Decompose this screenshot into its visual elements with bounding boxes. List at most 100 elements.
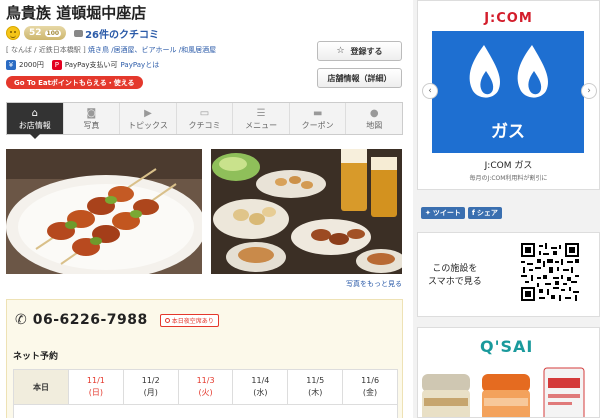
photo-food-spread[interactable]: [211, 149, 402, 274]
ticket-icon: ▬: [312, 107, 323, 119]
qsai-logo: Q'SAI: [480, 337, 534, 356]
list-icon: ☰: [256, 107, 266, 119]
store-info-label: 店舗情報（詳細）: [327, 73, 392, 83]
score-value: 52: [29, 28, 42, 38]
calendar-weekday: (火): [198, 388, 213, 397]
category-links[interactable]: 焼き鳥 /居酒屋、ビアホール /和風居酒屋: [88, 46, 216, 54]
comment-icon: ▭: [199, 107, 210, 119]
goto-eat-badge[interactable]: Go To Eatポイントもらえる・使える: [6, 76, 143, 89]
qsai-products-illustration: [422, 367, 585, 417]
qr-card: この施設を スマホで見る: [417, 232, 600, 317]
twitter-icon: ✦: [425, 209, 431, 217]
tonight-vacancy-badge: 本日夜空席あり: [159, 313, 219, 327]
facebook-share-label: シェア: [476, 209, 498, 217]
tab-label: クーポン: [301, 120, 334, 130]
qr-text: この施設を スマホで見る: [428, 263, 482, 289]
tab-label: クチコミ: [188, 120, 221, 130]
paypay-icon: P: [51, 60, 62, 70]
jcom-ad-card[interactable]: J:COM ガス J:COM ガス 毎月のJ:COM利用料が割引に ‹ ›: [417, 0, 600, 190]
reservation-calendar: 本日 11/1 (日) 11/2 (月) 11/3 (火) 11/4 (水) 1…: [13, 369, 398, 418]
share-buttons: ✦ ツイート f シェア: [421, 207, 502, 219]
carousel-next-button[interactable]: ›: [581, 83, 597, 99]
tweet-button[interactable]: ✦ ツイート: [421, 207, 465, 219]
qr-code-icon: [521, 243, 579, 301]
flame-icon: [469, 45, 549, 98]
tab-map[interactable]: ● 地図: [346, 103, 402, 134]
page: 鳥貴族 道頓堀中座店 52 100 26件のクチコミ [ なんば / 近鉄日本橋…: [0, 0, 600, 418]
reviews-link[interactable]: 26件のクチコミ: [74, 26, 159, 41]
comment-bubble-icon: [74, 29, 84, 37]
main-column: 鳥貴族 道頓堀中座店 52 100 26件のクチコミ [ なんば / 近鉄日本橋…: [0, 0, 408, 418]
tonight-vacancy-label: 本日夜空席あり: [171, 317, 214, 325]
paypay-link[interactable]: PayPayとは: [121, 60, 160, 70]
shop-name: 鳥貴族 道頓堀中座店: [6, 4, 147, 22]
tab-label: お店情報: [18, 120, 51, 130]
facebook-icon: f: [471, 209, 475, 217]
score-row: 52 100 26件のクチコミ: [6, 24, 159, 42]
yakitori-illustration: [6, 149, 202, 274]
calendar-weekday: (月): [143, 388, 158, 397]
photo-yakitori[interactable]: [6, 149, 202, 274]
tab-label: メニュー: [245, 120, 278, 130]
ad-subtext: 毎月のJ:COM利用料が割引に: [469, 175, 548, 182]
phone-number[interactable]: 06-6226-7988: [33, 312, 148, 328]
calendar-date: 11/4: [251, 376, 270, 385]
calendar-weekday: (金): [362, 388, 378, 397]
ad-caption: J:COM ガス: [484, 161, 533, 171]
star-icon: ☆: [336, 46, 345, 56]
chevron-left-icon: ‹: [428, 86, 432, 96]
reviews-link-label: 26件のクチコミ: [85, 29, 159, 41]
tab-bar: ⌂ お店情報 ◙ 写真 ▶ トピックス ▭ クチコミ ☰ メニュー ▬ クーポン: [6, 102, 403, 139]
price-value: 2000円: [19, 61, 44, 69]
qr-text-line2: スマホで見る: [428, 277, 482, 287]
calendar-day[interactable]: 11/6 (金): [343, 370, 397, 405]
tab-coupon[interactable]: ▬ クーポン: [290, 103, 347, 134]
calendar-header: 本日: [14, 370, 69, 405]
chevron-right-icon: ›: [587, 86, 591, 96]
phone-icon: ✆: [15, 312, 27, 328]
store-info-button[interactable]: 店舗情報（詳細）: [317, 68, 402, 88]
calendar-date: 11/3: [196, 376, 215, 385]
circle-icon: [164, 317, 170, 323]
gas-banner: ガス: [432, 31, 584, 153]
booking-panel: ✆ 06-6226-7988 本日夜空席あり ネット予約 本日 11/1 (日)…: [6, 299, 403, 418]
facebook-share-button[interactable]: f シェア: [467, 207, 502, 219]
calendar-day[interactable]: 11/5 (木): [288, 370, 344, 405]
category-line: [ なんば / 近鉄日本橋駅 ] 焼き鳥 /居酒屋、ビアホール /和風居酒屋: [6, 45, 216, 55]
tab-topics[interactable]: ▶ トピックス: [120, 103, 177, 134]
more-photos-link[interactable]: 写真をもっと見る: [346, 279, 402, 289]
tab-label: 地図: [366, 120, 383, 130]
tab-store-info[interactable]: ⌂ お店情報: [7, 103, 64, 139]
net-reservation-label: ネット予約: [13, 352, 59, 362]
calendar-day[interactable]: 11/2 (月): [123, 370, 179, 405]
jcom-logo: J:COM: [484, 11, 533, 26]
register-label: 登録する: [350, 46, 383, 56]
tweet-label: ツイート: [432, 209, 461, 217]
score-badge: 52 100: [24, 26, 67, 40]
price-row: ¥ 2000円 P PayPay支払い可 PayPayとは: [6, 60, 159, 70]
score-max: 100: [44, 29, 62, 37]
map-pin-icon: ●: [369, 107, 379, 119]
calendar-weekday: (木): [308, 388, 323, 397]
carousel-prev-button[interactable]: ‹: [422, 83, 438, 99]
payment-text: PayPay支払い可: [64, 61, 118, 69]
calendar-day[interactable]: 11/3 (火): [178, 370, 234, 405]
phone-row: ✆ 06-6226-7988 本日夜空席あり: [15, 312, 219, 328]
register-button[interactable]: ☆ 登録する: [317, 41, 402, 61]
camera-icon: ◙: [86, 107, 97, 119]
house-icon: ⌂: [31, 107, 38, 119]
tab-label: トピックス: [128, 120, 168, 130]
tab-reviews[interactable]: ▭ クチコミ: [177, 103, 234, 134]
tab-label: 写真: [83, 120, 100, 130]
calendar-date: 11/1: [86, 376, 105, 385]
calendar-day[interactable]: 11/1 (日): [69, 370, 124, 405]
calendar-weekday: (日): [88, 388, 104, 397]
qsai-ad-card[interactable]: Q'SAI: [417, 327, 600, 418]
calendar-day[interactable]: 11/4 (水): [233, 370, 289, 405]
calendar-date: 11/2: [141, 376, 160, 385]
tab-photos[interactable]: ◙ 写真: [64, 103, 121, 134]
tab-menu[interactable]: ☰ メニュー: [233, 103, 290, 134]
food-spread-illustration: [211, 149, 402, 274]
gas-text: ガス: [491, 122, 525, 142]
calendar-date: 11/6: [361, 376, 380, 385]
